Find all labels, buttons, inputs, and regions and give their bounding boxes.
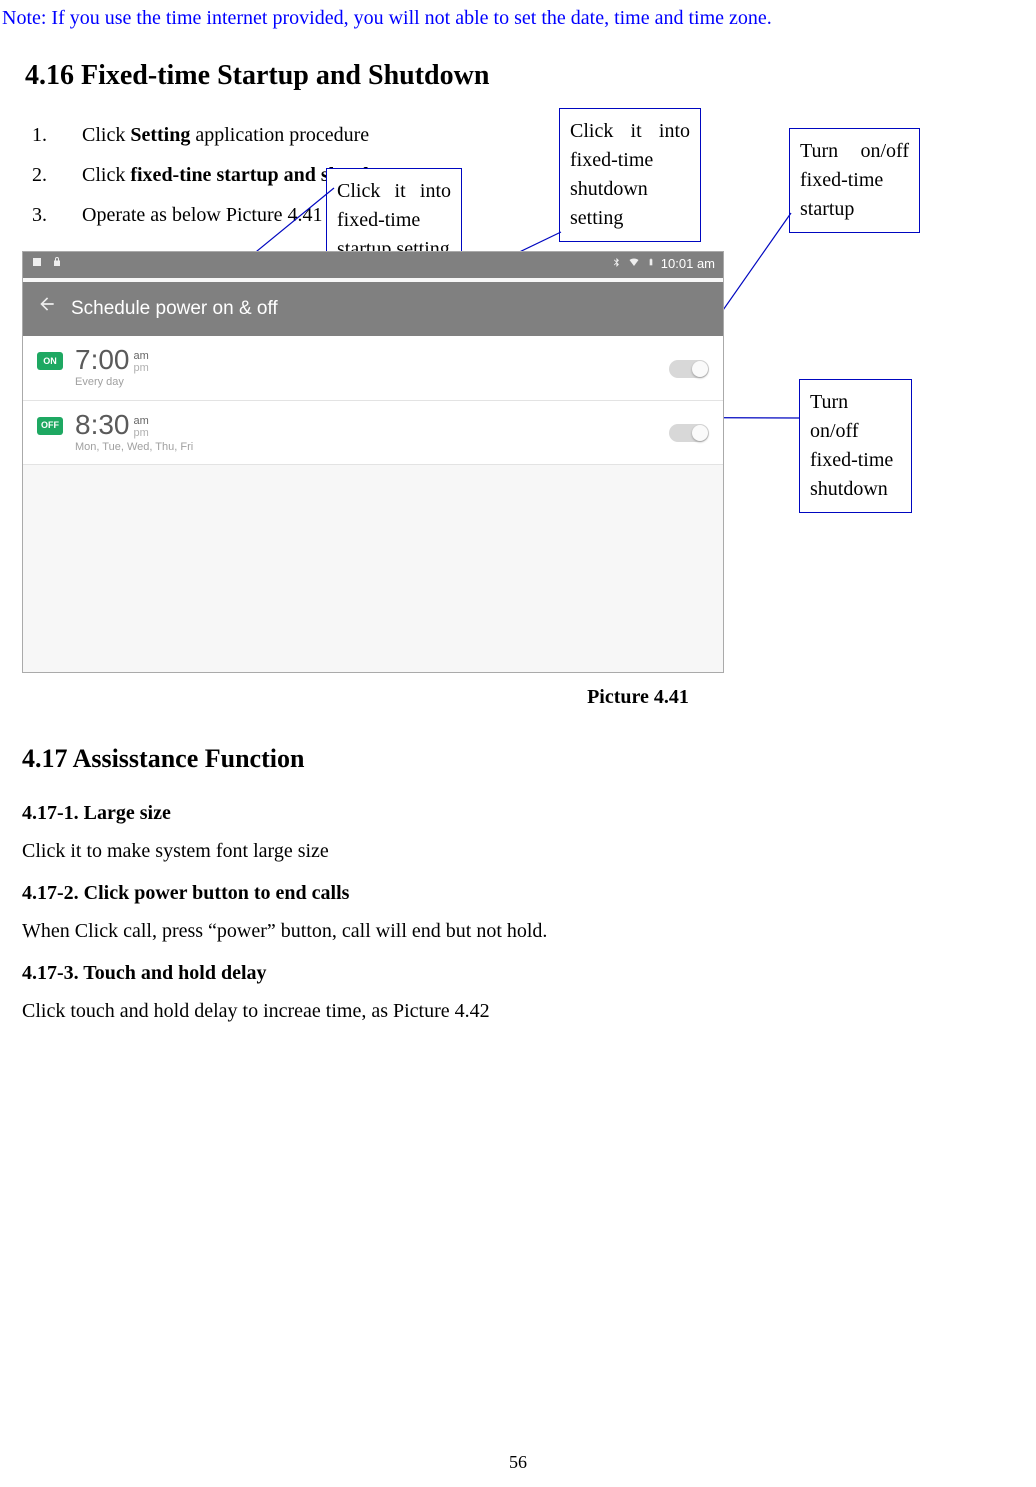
figure-caption: Picture 4.41 xyxy=(240,681,1036,713)
schedule-row-on[interactable]: ON 7:00 am pm Every day xyxy=(23,336,723,401)
off-am: am xyxy=(134,415,149,427)
status-bar: 10:01 am xyxy=(23,252,723,278)
callout-startup-toggle: Turn on/off fixed-time startup xyxy=(789,128,920,233)
on-pm: pm xyxy=(134,362,149,374)
screen-title: Schedule power on & off xyxy=(71,294,278,324)
heading-417: 4.17 Assisstance Function xyxy=(22,738,1036,780)
on-am: am xyxy=(134,350,149,362)
lock-icon xyxy=(51,254,63,275)
on-toggle[interactable] xyxy=(669,360,709,378)
notification-icon xyxy=(31,254,43,275)
screenshot-schedule-power: 10:01 am Schedule power on & off ON 7:00… xyxy=(22,251,724,673)
on-time: 7:00 xyxy=(75,346,130,374)
subhead-417-1: 4.17-1. Large size xyxy=(22,797,1036,829)
on-days: Every day xyxy=(75,374,669,392)
battery-icon xyxy=(647,254,655,275)
badge-on: ON xyxy=(37,352,63,370)
status-time: 10:01 am xyxy=(661,254,715,275)
off-time: 8:30 xyxy=(75,411,130,439)
para-417-3: Click touch and hold delay to increae ti… xyxy=(22,995,1036,1027)
schedule-row-off[interactable]: OFF 8:30 am pm Mon, Tue, Wed, Thu, Fri xyxy=(23,401,723,466)
back-arrow-icon[interactable] xyxy=(37,294,57,324)
subhead-417-2: 4.17-2. Click power button to end calls xyxy=(22,877,1036,909)
callout-shutdown-setting: Click it into fixed-time shutdown settin… xyxy=(559,108,701,242)
wifi-icon xyxy=(627,254,641,275)
heading-416: 4.16 Fixed-time Startup and Shutdown xyxy=(25,54,1036,99)
page-number: 56 xyxy=(0,1448,1036,1477)
subhead-417-3: 4.17-3. Touch and hold delay xyxy=(22,957,1036,989)
off-days: Mon, Tue, Wed, Thu, Fri xyxy=(75,439,669,457)
badge-off: OFF xyxy=(37,417,63,435)
para-417-2: When Click call, press “power” button, c… xyxy=(22,915,1036,947)
off-pm: pm xyxy=(134,427,149,439)
bluetooth-icon xyxy=(611,254,621,275)
note-text: Note: If you use the time internet provi… xyxy=(0,0,1036,34)
para-417-1: Click it to make system font large size xyxy=(22,835,1036,867)
screen-titlebar: Schedule power on & off xyxy=(23,282,723,336)
callout-shutdown-toggle: Turn on/off fixed-time shutdown xyxy=(799,379,912,513)
off-toggle[interactable] xyxy=(669,424,709,442)
